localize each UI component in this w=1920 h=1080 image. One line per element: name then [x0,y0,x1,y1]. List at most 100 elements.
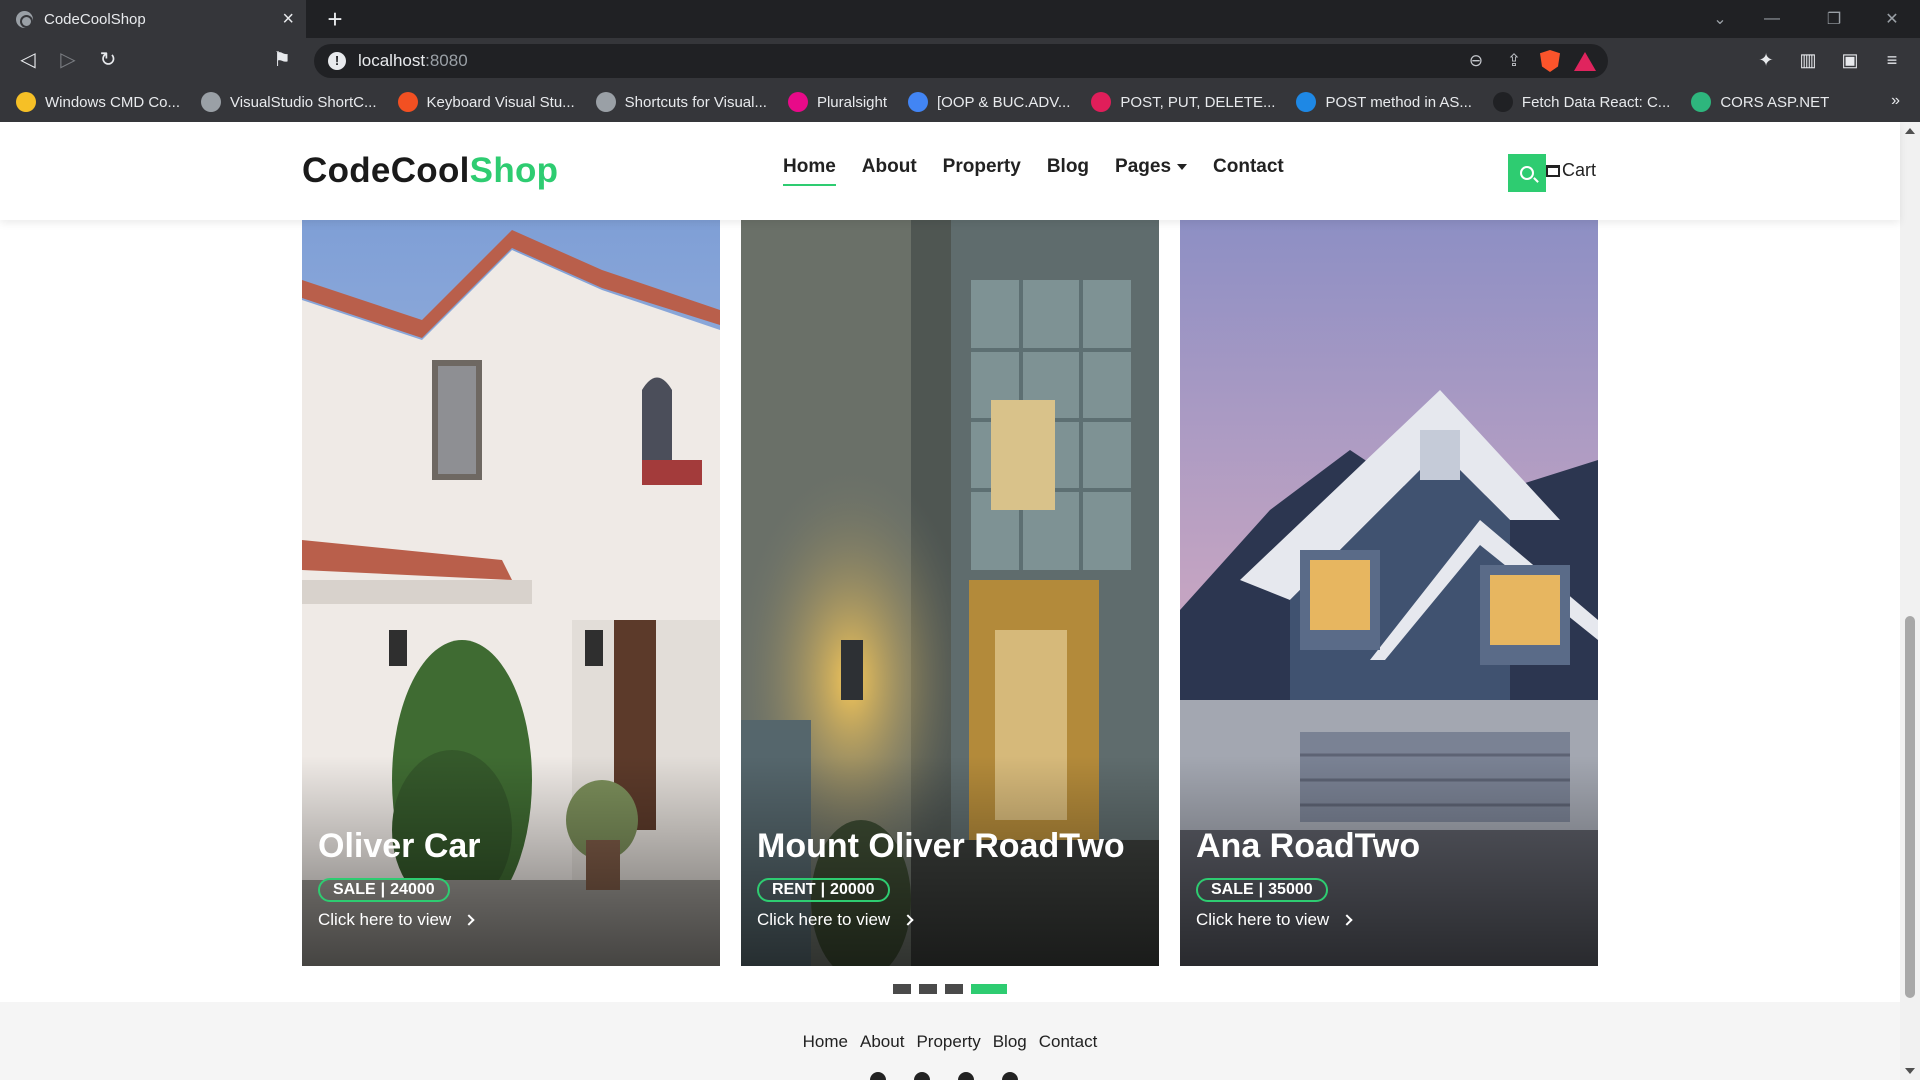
sidebar-icon[interactable]: ▥ [1794,46,1822,74]
share-icon[interactable]: ⇪ [1502,49,1526,73]
cart-link[interactable]: Cart [1546,160,1596,181]
bookmark-item[interactable]: Keyboard Visual Stu... [397,92,575,112]
linkedin-icon[interactable] [1002,1072,1018,1080]
view-link[interactable]: Click here to view [1196,910,1353,930]
logo-accent: Shop [469,151,559,190]
main-nav: Home About Property Blog Pages Contact [783,156,1284,186]
more-bookmarks-icon[interactable]: » [1891,92,1900,110]
facebook-icon[interactable] [870,1072,886,1080]
nav-pages[interactable]: Pages [1115,156,1188,186]
footer-link-about[interactable]: About [860,1032,904,1052]
browser-tab[interactable]: CodeCoolShop × [0,0,306,38]
bookmark-item[interactable]: Shortcuts for Visual... [595,92,767,112]
bookmark-favicon-icon [201,92,222,112]
listing-price: 24000 [390,881,435,898]
scroll-down-icon[interactable] [1905,1068,1915,1074]
scrollbar-thumb[interactable] [1905,616,1915,998]
zoom-icon[interactable]: ⊖ [1464,49,1488,73]
bookmark-item[interactable]: Fetch Data React: C... [1492,92,1670,112]
bookmark-label: Windows CMD Co... [45,93,181,111]
twitter-icon[interactable] [914,1072,930,1080]
address-bar[interactable]: ! localhost:8080 ⊖ ⇪ [314,44,1608,78]
footer-link-home[interactable]: Home [803,1032,848,1052]
view-link-label: Click here to view [318,910,452,929]
nav-home[interactable]: Home [783,156,836,186]
nav-about[interactable]: About [862,156,917,186]
property-title: Oliver Car [318,827,481,865]
view-link-label: Click here to view [757,910,891,929]
property-title: Ana RoadTwo [1196,827,1421,865]
footer-link-contact[interactable]: Contact [1039,1032,1098,1052]
back-icon[interactable]: ◁ [14,46,42,74]
search-button[interactable] [1508,154,1546,192]
logo-main: CodeCool [302,151,470,190]
listing-price: 35000 [1268,881,1313,898]
nav-pages-label: Pages [1115,156,1172,177]
carousel-dot[interactable] [945,984,963,994]
cart-icon [1546,164,1560,177]
page-scrollbar[interactable] [1900,122,1920,1080]
price-badge: SALE | 24000 [318,878,450,902]
carousel-dot[interactable] [893,984,911,994]
bookmark-favicon-icon [1492,92,1513,112]
instagram-icon[interactable] [958,1072,974,1080]
price-badge: SALE | 35000 [1196,878,1328,902]
scroll-up-icon[interactable] [1905,128,1915,134]
bookmark-label: CORS ASP.NET [1720,93,1830,111]
footer-link-property[interactable]: Property [916,1032,980,1052]
price-badge: RENT | 20000 [757,878,890,902]
nav-property[interactable]: Property [943,156,1021,186]
carousel-dot[interactable] [919,984,937,994]
menu-icon[interactable]: ≡ [1878,46,1906,74]
bookmark-favicon-icon [908,92,929,112]
property-card[interactable]: Ana RoadTwo SALE | 35000 Click here to vie… [1180,220,1598,966]
bookmark-item[interactable]: Windows CMD Co... [16,92,180,112]
property-card[interactable]: Mount Oliver RoadTwo RENT | 20000 Click he… [741,220,1159,966]
cart-label: Cart [1562,160,1597,180]
globe-icon [16,10,33,28]
chevron-right-icon [902,914,914,926]
property-card[interactable]: Oliver Car SALE | 24000 Click here to view [302,220,720,966]
forward-icon[interactable]: ▷ [54,46,82,74]
view-link[interactable]: Click here to view [318,910,475,930]
reload-icon[interactable]: ↻ [94,46,122,74]
site-logo[interactable]: CodeCoolShop [302,151,558,191]
nav-blog[interactable]: Blog [1047,156,1089,186]
bookmark-item[interactable]: POST, PUT, DELETE... [1091,92,1275,112]
minimize-button[interactable]: — [1752,0,1792,38]
nav-contact[interactable]: Contact [1213,156,1284,186]
search-icon [1520,166,1534,180]
url-port: :8080 [425,51,468,70]
bookmark-item[interactable]: POST method in AS... [1296,92,1472,112]
close-tab-icon[interactable]: × [282,9,294,29]
bookmark-favicon-icon [1691,92,1712,112]
bookmark-label: POST, PUT, DELETE... [1120,93,1276,111]
wallet-icon[interactable]: ▣ [1836,46,1864,74]
url-host: localhost [358,51,426,70]
carousel-dot[interactable] [971,984,1007,994]
view-link[interactable]: Click here to view [757,910,914,930]
brave-rewards-icon[interactable] [1574,51,1596,71]
listing-type: SALE [333,881,376,898]
bookmark-icon[interactable]: ⚑ [268,46,296,74]
footer-link-blog[interactable]: Blog [993,1032,1027,1052]
new-tab-button[interactable]: + [320,4,350,34]
extensions-icon[interactable]: ✦ [1752,46,1780,74]
bookmark-favicon-icon [595,92,616,112]
bookmark-item[interactable]: [OOP & BUC.ADV... [908,92,1070,112]
bookmark-item[interactable]: VisualStudio ShortC... [201,92,377,112]
bookmark-favicon-icon [1091,92,1112,112]
tab-search-icon[interactable]: ⌄ [1700,0,1740,38]
property-carousel: Oliver Car SALE | 24000 Click here to view [302,220,1598,966]
close-window-button[interactable]: ✕ [1872,0,1912,38]
bookmark-label: Shortcuts for Visual... [624,93,767,111]
restore-button[interactable]: ❐ [1814,0,1854,38]
brave-shields-icon[interactable] [1540,50,1560,72]
site-footer: Home About Property Blog Contact [0,1002,1900,1080]
bookmark-item[interactable]: CORS ASP.NET [1691,92,1829,112]
site-info-icon[interactable]: ! [328,52,346,70]
bookmark-favicon-icon [787,92,808,112]
bookmark-item[interactable]: Pluralsight [787,92,887,112]
tab-strip: CodeCoolShop × + ⌄ — ❐ ✕ [0,0,1920,38]
listing-price: 20000 [830,881,875,898]
